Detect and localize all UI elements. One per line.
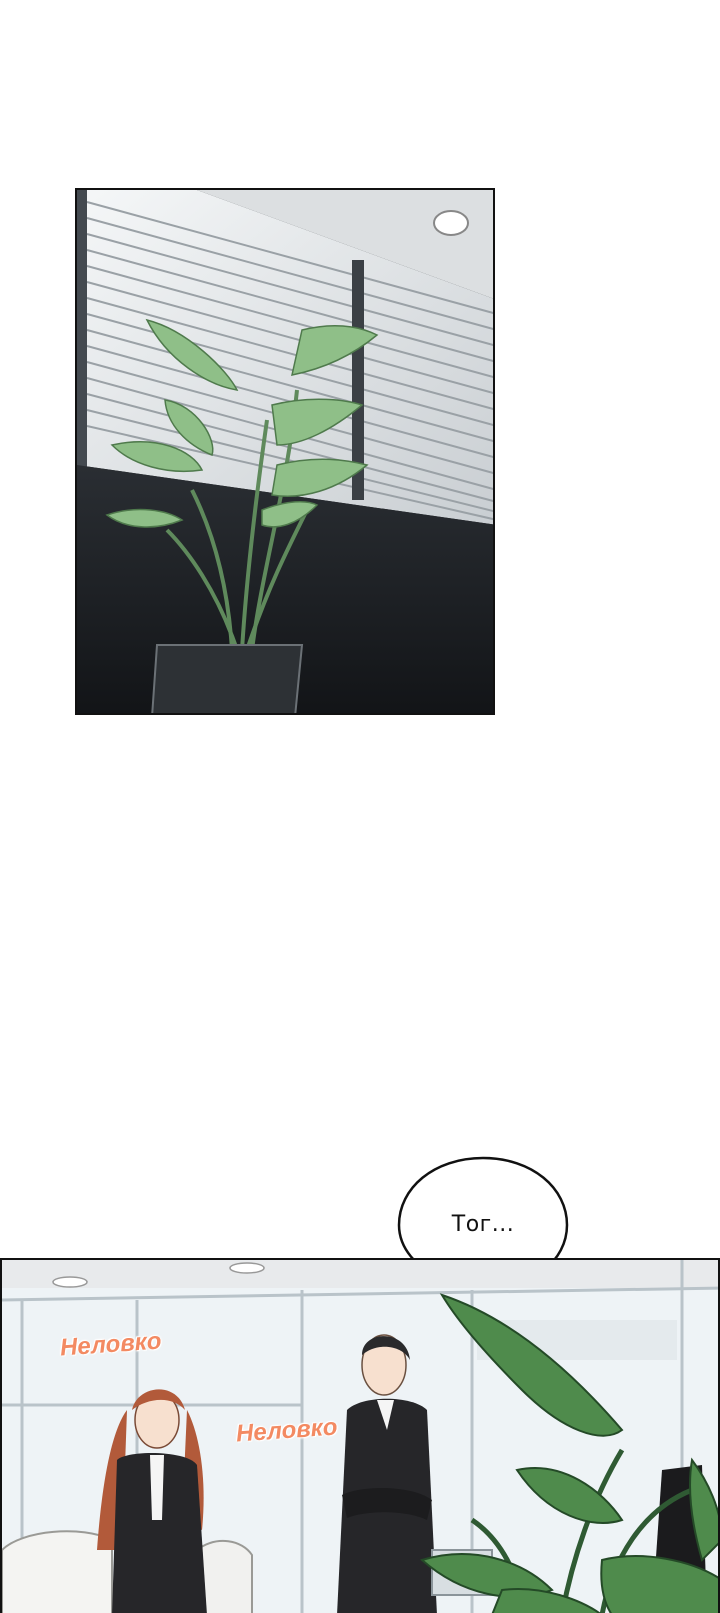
office-illustration [2, 1260, 718, 1613]
office-ceiling [2, 1260, 718, 1288]
ceiling-light-right [229, 1262, 265, 1274]
window-plant-illustration [77, 190, 493, 713]
plant-pot [151, 644, 304, 713]
ceiling-light [433, 210, 469, 236]
ceiling-light-left [52, 1276, 88, 1288]
comic-panel-office [0, 1258, 720, 1613]
sofa [2, 1530, 113, 1613]
comic-panel-window-plant [75, 188, 495, 715]
